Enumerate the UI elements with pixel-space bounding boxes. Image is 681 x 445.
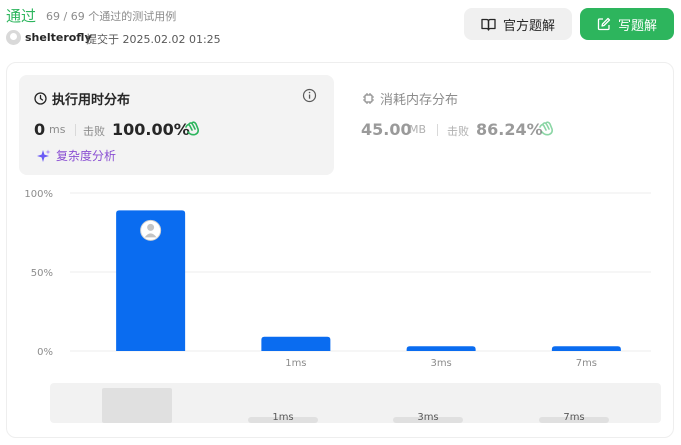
bar[interactable] [261,336,331,351]
runtime-distribution-chart[interactable]: 0% 50% 100% 1ms 3ms 7ms [0,0,681,445]
overview-label: 1ms [272,412,294,423]
avatar-head [147,223,155,231]
overview-window-handle[interactable] [102,388,172,423]
overview-label: 7ms [563,412,585,423]
bar[interactable] [551,346,621,351]
x-tick-label: 1ms [285,358,306,369]
x-tick-label: 7ms [576,358,597,369]
x-tick-label: 3ms [430,358,451,369]
bar[interactable] [406,346,476,351]
y-tick-label: 100% [24,189,53,200]
overview-label: 3ms [417,412,439,423]
y-tick-label: 0% [37,347,53,358]
y-tick-label: 50% [31,268,53,279]
